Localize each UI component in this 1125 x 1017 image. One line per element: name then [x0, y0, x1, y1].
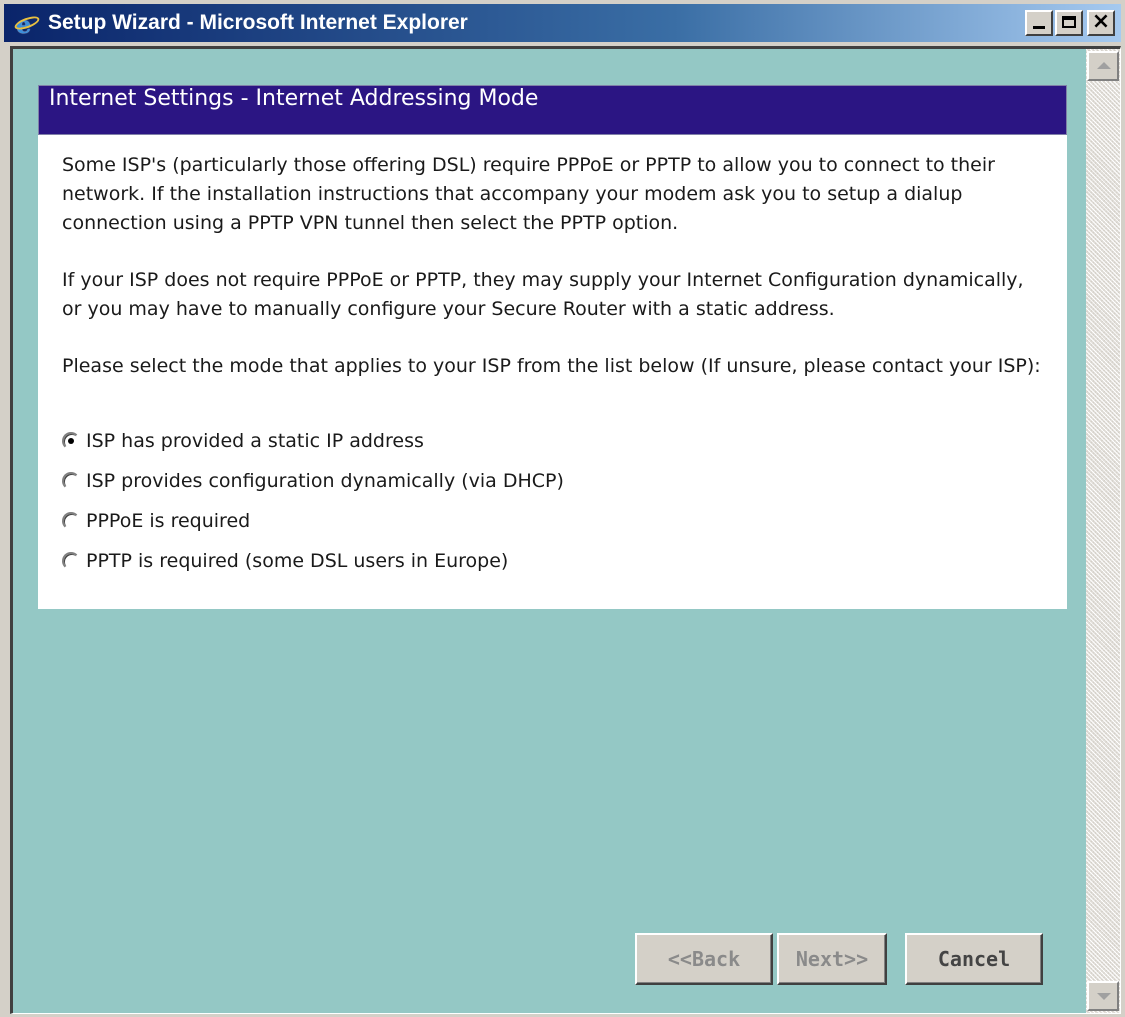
- radio-pppoe[interactable]: [62, 512, 80, 530]
- addressing-mode-options: ISP has provided a static IP address ISP…: [62, 421, 1043, 581]
- dynamic-config-paragraph: If your ISP does not require PPPoE or PP…: [62, 269, 1024, 320]
- internet-explorer-icon: e: [13, 10, 41, 39]
- option-label: ISP has provided a static IP address: [86, 430, 424, 452]
- option-label: ISP provides configuration dynamically (…: [86, 470, 564, 492]
- wizard-navigation: <<Back Next>> Cancel: [635, 933, 1043, 985]
- close-icon: ×: [1091, 9, 1111, 34]
- cancel-button[interactable]: Cancel: [905, 933, 1043, 985]
- option-dhcp[interactable]: ISP provides configuration dynamically (…: [62, 461, 1043, 501]
- panel-heading: Internet Settings - Internet Addressing …: [38, 85, 1067, 135]
- settings-panel: Internet Settings - Internet Addressing …: [38, 85, 1067, 609]
- option-pptp[interactable]: PPTP is required (some DSL users in Euro…: [62, 541, 1043, 581]
- minimize-button[interactable]: [1025, 10, 1053, 36]
- minimize-icon: [1033, 26, 1045, 29]
- close-button[interactable]: ×: [1087, 9, 1115, 36]
- maximize-button[interactable]: [1055, 10, 1083, 36]
- scroll-down-button[interactable]: [1087, 981, 1119, 1011]
- instruction-paragraph: Please select the mode that applies to y…: [62, 355, 1041, 377]
- page-content-area: Internet Settings - Internet Addressing …: [10, 46, 1121, 1014]
- panel-body: Some ISP's (particularly those offering …: [38, 135, 1067, 609]
- window-title: Setup Wizard - Microsoft Internet Explor…: [48, 11, 468, 34]
- arrow-up-icon: [1097, 62, 1111, 69]
- vertical-scrollbar[interactable]: [1086, 49, 1120, 1013]
- option-static-ip[interactable]: ISP has provided a static IP address: [62, 421, 1043, 461]
- back-button[interactable]: <<Back: [635, 933, 773, 985]
- option-label: PPTP is required (some DSL users in Euro…: [86, 550, 509, 572]
- radio-static-ip[interactable]: [62, 432, 80, 450]
- scroll-up-button[interactable]: [1087, 51, 1119, 81]
- radio-dhcp[interactable]: [62, 472, 80, 490]
- maximize-icon: [1062, 16, 1076, 28]
- title-bar[interactable]: e Setup Wizard - Microsoft Internet Expl…: [4, 4, 1121, 42]
- option-label: PPPoE is required: [86, 510, 251, 532]
- browser-window: e Setup Wizard - Microsoft Internet Expl…: [0, 0, 1125, 1017]
- arrow-down-icon: [1097, 993, 1111, 1000]
- next-button[interactable]: Next>>: [777, 933, 887, 985]
- window-controls: ×: [1023, 9, 1115, 36]
- intro-paragraph: Some ISP's (particularly those offering …: [62, 154, 995, 234]
- option-pppoe[interactable]: PPPoE is required: [62, 501, 1043, 541]
- radio-pptp[interactable]: [62, 552, 80, 570]
